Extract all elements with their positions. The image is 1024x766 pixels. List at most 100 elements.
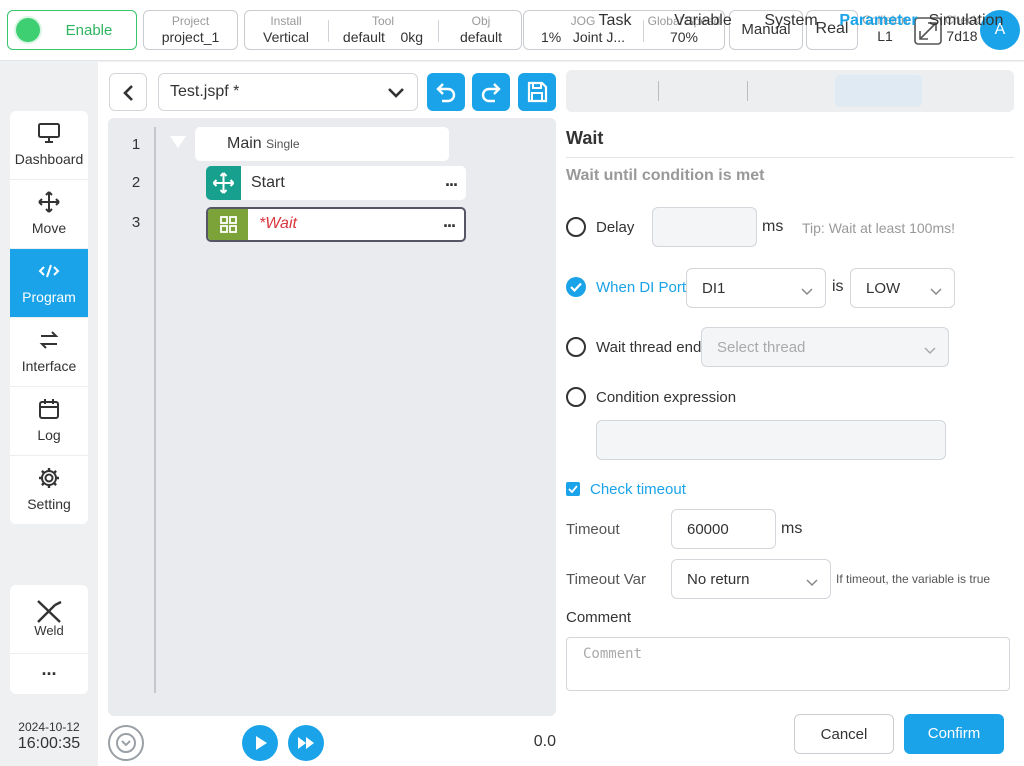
thread-select[interactable]: Select thread: [701, 327, 949, 367]
line-number: 3: [131, 214, 141, 231]
tab-divider: [747, 81, 748, 101]
di-level-select[interactable]: LOW: [850, 268, 955, 308]
install-label: Install: [270, 14, 302, 28]
tool-name: default: [342, 29, 385, 45]
chevron-down-icon: [806, 574, 818, 592]
play-button[interactable]: [242, 725, 278, 761]
panel-title: Wait: [566, 128, 604, 148]
collapse-toggle-icon[interactable]: [170, 136, 186, 148]
tab-task[interactable]: Task: [574, 0, 656, 42]
timeout-var-value: No return: [687, 571, 750, 588]
timeout-label: Timeout: [566, 521, 620, 538]
tree-node-main[interactable]: Main Single: [195, 127, 449, 161]
condition-radio[interactable]: [566, 387, 586, 407]
weld-button[interactable]: Weld: [10, 585, 88, 654]
chevron-down-icon: [924, 342, 936, 360]
jog-percent: 1%: [540, 29, 562, 45]
nav-item-move[interactable]: Move: [10, 180, 88, 249]
time-text: 16:00:35: [17, 735, 81, 752]
chevron-down-icon: [801, 283, 813, 301]
sidebar-extra: Weld ...: [10, 585, 88, 694]
fast-forward-button[interactable]: [288, 725, 324, 761]
play-icon: [256, 736, 267, 750]
main-label: Main: [227, 135, 262, 152]
timeout-input[interactable]: 60000: [671, 509, 776, 549]
nav-item-program[interactable]: Program: [10, 249, 88, 318]
save-icon: [527, 81, 548, 103]
di-level-value: LOW: [866, 280, 901, 297]
nav-item-dashboard[interactable]: Dashboard: [10, 111, 88, 180]
more-options-icon[interactable]: ...: [445, 170, 458, 191]
thread-placeholder: Select thread: [717, 339, 806, 356]
obj-label: Obj: [471, 14, 491, 28]
di-port-radio[interactable]: [566, 277, 586, 297]
monitor-icon: [37, 121, 61, 145]
gear-icon: [37, 466, 61, 490]
project-selector[interactable]: Project project_1: [143, 10, 238, 50]
tab-simulation[interactable]: Simulation: [924, 0, 1008, 42]
swap-icon: [37, 328, 61, 352]
tool-item[interactable]: Tool default 0kg: [333, 11, 433, 49]
project-label: Project: [171, 14, 210, 28]
di-port-select[interactable]: DI1: [686, 268, 826, 308]
enable-label: Enable: [65, 22, 113, 39]
file-selector[interactable]: Test.jspf *: [158, 73, 418, 111]
line-number: 1: [131, 136, 141, 153]
tool-value: default 0kg: [333, 29, 433, 46]
move-icon: [206, 166, 241, 200]
node-label: Main Single: [227, 135, 300, 153]
undo-button[interactable]: [427, 73, 465, 111]
confirm-button[interactable]: Confirm: [904, 714, 1004, 754]
code-icon: [37, 259, 61, 283]
confirm-label: Confirm: [927, 725, 981, 742]
back-button[interactable]: [109, 73, 147, 111]
tab-variable[interactable]: Variable: [662, 0, 744, 42]
condition-input[interactable]: [596, 420, 946, 460]
delay-radio[interactable]: [566, 217, 586, 237]
tree-rail: [154, 127, 156, 693]
condition-label: Condition expression: [596, 389, 737, 406]
line-number: 2: [131, 174, 141, 191]
tab-divider: [658, 81, 659, 101]
node-label: *Wait: [259, 215, 297, 232]
delay-input[interactable]: [652, 207, 757, 247]
weld-label: Weld: [34, 623, 64, 638]
save-button[interactable]: [518, 73, 556, 111]
panel-tabs: [566, 70, 1014, 112]
calendar-icon: [37, 397, 61, 421]
active-tab-bg: [835, 75, 922, 107]
tool-weight: 0kg: [400, 29, 424, 45]
check-timeout-checkbox[interactable]: [566, 482, 580, 496]
timeout-var-select[interactable]: No return: [671, 559, 831, 599]
tab-parameter[interactable]: Parameter: [835, 0, 922, 42]
check-icon: [568, 485, 578, 493]
cancel-button[interactable]: Cancel: [794, 714, 894, 754]
delay-label: Delay: [596, 219, 635, 236]
install-value: Vertical: [263, 29, 309, 45]
tree-node-wait[interactable]: *Wait ...: [206, 207, 466, 242]
fast-forward-icon: [298, 737, 314, 749]
timeout-unit: ms: [781, 520, 803, 537]
tree-node-start[interactable]: Start ...: [206, 166, 466, 200]
enable-button[interactable]: Enable: [7, 10, 137, 50]
redo-button[interactable]: [472, 73, 510, 111]
date-text: 2024-10-12: [18, 720, 80, 734]
nav-item-setting[interactable]: Setting: [10, 456, 88, 524]
nav-item-interface[interactable]: Interface: [10, 318, 88, 387]
divider: [328, 20, 329, 42]
more-button[interactable]: ...: [10, 655, 88, 693]
obj-item[interactable]: Obj default: [441, 11, 521, 49]
check-icon: [570, 282, 582, 292]
di-port-label: When DI Port: [596, 279, 687, 296]
install-tool-obj-group[interactable]: Install Vertical Tool default 0kg Obj de…: [244, 10, 522, 50]
thread-radio[interactable]: [566, 337, 586, 357]
nav-label: Dashboard: [14, 151, 84, 167]
timeout-var-tip: If timeout, the variable is true: [836, 572, 991, 586]
speed-value: 0.0: [533, 733, 556, 750]
step-down-button[interactable]: [108, 725, 144, 761]
install-item[interactable]: Install Vertical: [245, 11, 327, 49]
tab-system[interactable]: System: [752, 0, 830, 42]
nav-item-log[interactable]: Log: [10, 387, 88, 456]
comment-textarea[interactable]: Comment: [566, 637, 1010, 691]
more-options-icon[interactable]: ...: [443, 211, 456, 232]
